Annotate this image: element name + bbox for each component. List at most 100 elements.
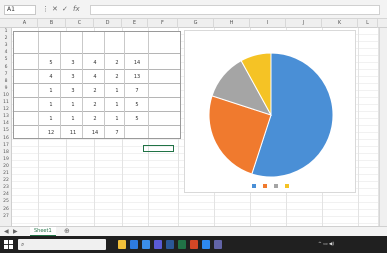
file-explorer-icon[interactable] bbox=[118, 240, 126, 249]
row-header-18[interactable]: 18 bbox=[0, 150, 12, 155]
row-header-17[interactable]: 17 bbox=[0, 143, 12, 148]
store-icon[interactable] bbox=[154, 240, 162, 249]
column-header-j[interactable]: J bbox=[286, 19, 322, 28]
name-box[interactable]: A1 bbox=[4, 5, 36, 15]
row-header-13[interactable]: 13 bbox=[0, 114, 12, 119]
taskbar-search-input[interactable] bbox=[18, 239, 106, 250]
row-header-14[interactable]: 14 bbox=[0, 121, 12, 126]
table-cell[interactable]: 1 bbox=[40, 116, 62, 122]
table-cell[interactable]: 1 bbox=[62, 102, 84, 108]
table-cell[interactable]: 1 bbox=[40, 88, 62, 94]
row-header-2[interactable]: 2 bbox=[0, 36, 12, 41]
legend-swatch bbox=[285, 184, 289, 188]
table-cell[interactable]: 14 bbox=[84, 130, 106, 136]
table-cell[interactable]: 1 bbox=[62, 116, 84, 122]
table-cell[interactable]: 4 bbox=[84, 60, 106, 66]
function-icon[interactable]: fx bbox=[73, 5, 80, 14]
row-header-7[interactable]: 7 bbox=[0, 72, 12, 77]
row-header-26[interactable]: 26 bbox=[0, 207, 12, 212]
table-cell[interactable]: 3 bbox=[62, 74, 84, 80]
selected-cell[interactable] bbox=[143, 145, 174, 152]
excel-icon[interactable] bbox=[178, 240, 186, 249]
table-cell[interactable]: 5 bbox=[40, 60, 62, 66]
column-header-l[interactable]: L bbox=[358, 19, 378, 28]
edge-icon[interactable] bbox=[130, 240, 138, 249]
column-header-g[interactable]: G bbox=[178, 19, 214, 28]
row-header-8[interactable]: 8 bbox=[0, 79, 12, 84]
column-header-k[interactable]: K bbox=[322, 19, 358, 28]
prev-sheet-icon[interactable]: ◀ bbox=[4, 227, 9, 236]
column-header-b[interactable]: B bbox=[38, 19, 66, 28]
column-header-a[interactable]: A bbox=[12, 19, 38, 28]
table-cell[interactable]: 12 bbox=[40, 130, 62, 136]
column-header-c[interactable]: C bbox=[66, 19, 94, 28]
table-cell[interactable]: 4 bbox=[84, 74, 106, 80]
column-header-bar: ABCDEFGHIJKL bbox=[0, 19, 387, 28]
table-cell[interactable]: 5 bbox=[126, 116, 148, 122]
row-header-9[interactable]: 9 bbox=[0, 86, 12, 91]
table-column-line bbox=[148, 32, 149, 138]
confirm-icon[interactable]: ✓ bbox=[62, 5, 68, 14]
row-header-20[interactable]: 20 bbox=[0, 164, 12, 169]
row-header-23[interactable]: 23 bbox=[0, 185, 12, 190]
table-cell[interactable]: 2 bbox=[84, 116, 106, 122]
system-tray-icon[interactable]: ^ ▭ ◀) bbox=[318, 242, 334, 247]
photos-icon[interactable] bbox=[202, 240, 210, 249]
teams-icon[interactable] bbox=[214, 240, 222, 249]
table-cell[interactable]: 5 bbox=[126, 102, 148, 108]
table-cell[interactable]: 3 bbox=[62, 88, 84, 94]
table-cell[interactable]: 14 bbox=[126, 60, 148, 66]
pie-chart[interactable] bbox=[184, 30, 356, 193]
column-header-h[interactable]: H bbox=[214, 19, 250, 28]
table-cell[interactable]: 2 bbox=[84, 102, 106, 108]
row-header-3[interactable]: 3 bbox=[0, 43, 12, 48]
chart-legend bbox=[185, 184, 357, 190]
word-icon[interactable] bbox=[166, 240, 174, 249]
column-header-d[interactable]: D bbox=[94, 19, 122, 28]
table-cell[interactable]: 3 bbox=[62, 60, 84, 66]
table-cell[interactable]: 13 bbox=[126, 74, 148, 80]
table-cell[interactable]: 7 bbox=[126, 88, 148, 94]
legend-entry bbox=[274, 184, 279, 190]
row-header-5[interactable]: 5 bbox=[0, 57, 12, 62]
legend-swatch bbox=[252, 184, 256, 188]
powerpoint-icon[interactable] bbox=[190, 240, 198, 249]
row-header-6[interactable]: 6 bbox=[0, 65, 12, 70]
add-sheet-icon[interactable]: ⊕ bbox=[64, 227, 70, 236]
row-header-16[interactable]: 16 bbox=[0, 136, 12, 141]
row-header-22[interactable]: 22 bbox=[0, 178, 12, 183]
column-header-i[interactable]: I bbox=[250, 19, 286, 28]
gridline bbox=[358, 28, 359, 226]
table-cell[interactable]: 11 bbox=[62, 130, 84, 136]
chevron-down-icon[interactable]: ⋮ bbox=[42, 5, 49, 14]
column-header-f[interactable]: F bbox=[148, 19, 178, 28]
taskbar: ⌕ ^ ▭ ◀) bbox=[0, 236, 387, 253]
next-sheet-icon[interactable]: ▶ bbox=[13, 227, 18, 236]
table-cell[interactable]: 1 bbox=[40, 102, 62, 108]
row-header-21[interactable]: 21 bbox=[0, 171, 12, 176]
row-header-24[interactable]: 24 bbox=[0, 192, 12, 197]
data-table[interactable]: 5 3 4 2 14 4 3 4 2 13 1 3 2 1 7 1 1 2 1 5 1 1 2 1 5 12 11 14 7 bbox=[13, 31, 181, 139]
tab-sheet1[interactable]: Sheet1 bbox=[30, 227, 56, 236]
row-header-25[interactable]: 25 bbox=[0, 199, 12, 204]
table-cell[interactable]: 4 bbox=[40, 74, 62, 80]
legend-entry bbox=[252, 184, 257, 190]
row-header-15[interactable]: 15 bbox=[0, 128, 12, 133]
cancel-icon[interactable]: ✕ bbox=[52, 5, 58, 14]
column-header-e[interactable]: E bbox=[122, 19, 148, 28]
row-header-27[interactable]: 27 bbox=[0, 214, 12, 219]
mail-icon[interactable] bbox=[142, 240, 150, 249]
row-header-12[interactable]: 12 bbox=[0, 107, 12, 112]
row-header-1[interactable]: 1 bbox=[0, 29, 12, 34]
row-header-10[interactable]: 10 bbox=[0, 93, 12, 98]
windows-start-icon[interactable] bbox=[4, 240, 13, 249]
table-cell[interactable]: 2 bbox=[84, 88, 106, 94]
row-header-19[interactable]: 19 bbox=[0, 157, 12, 162]
row-header-4[interactable]: 4 bbox=[0, 50, 12, 55]
table-column-line bbox=[60, 32, 61, 138]
legend-swatch bbox=[263, 184, 267, 188]
chart-canvas bbox=[208, 52, 334, 178]
vertical-scrollbar[interactable] bbox=[379, 28, 387, 226]
formula-input[interactable] bbox=[90, 5, 380, 15]
row-header-11[interactable]: 11 bbox=[0, 100, 12, 105]
